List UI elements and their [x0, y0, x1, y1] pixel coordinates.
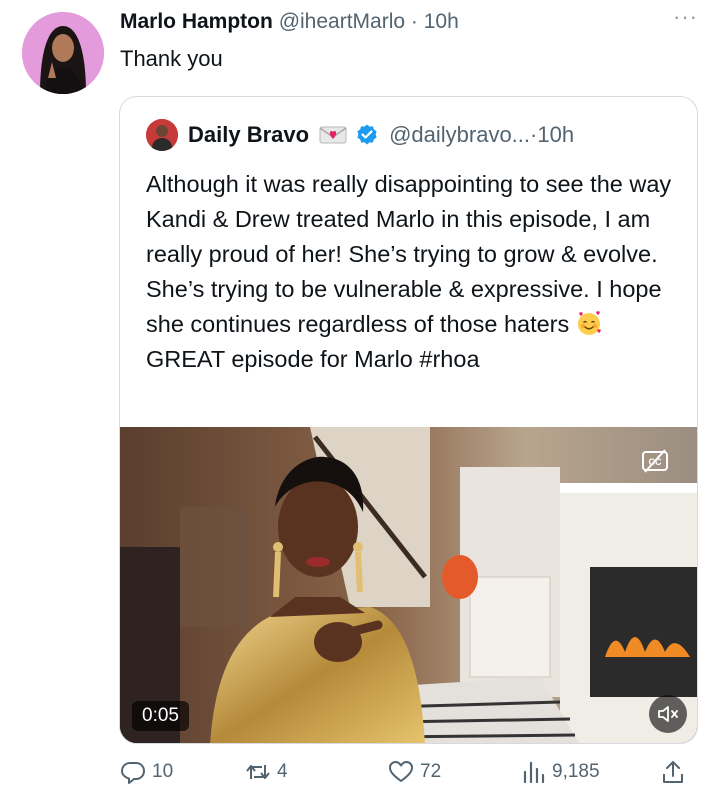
- quoted-tweet-card[interactable]: Daily Bravo @dailybravo... · 10h Althoug…: [119, 96, 698, 744]
- quoted-tweet-text: Although it was really disappointing to …: [146, 167, 686, 377]
- share-icon: [663, 761, 683, 783]
- love-letter-icon: [319, 126, 347, 144]
- video-player[interactable]: CC 0:05: [120, 427, 697, 743]
- tweet-text: Thank you: [120, 46, 223, 71]
- quoted-avatar-image: [146, 119, 178, 151]
- reply-icon: [121, 762, 145, 784]
- separator-dot: ·: [410, 10, 418, 33]
- video-frame: [120, 427, 697, 743]
- quoted-tweet-header: Daily Bravo @dailybravo... · 10h: [146, 119, 574, 151]
- views-chart-icon: [523, 761, 545, 784]
- closed-captions-icon[interactable]: CC: [641, 447, 669, 475]
- quoted-text-tail: GREAT episode for Marlo #rhoa: [146, 346, 480, 372]
- views-count: 9,185: [552, 761, 600, 782]
- quoted-tweet-time[interactable]: 10h: [537, 119, 574, 151]
- tweet-header: Marlo Hampton @iheartMarlo · 10h: [120, 8, 459, 36]
- video-duration: 0:05: [132, 701, 189, 731]
- reply-count: 10: [152, 761, 174, 782]
- reply-button[interactable]: 10: [120, 756, 173, 788]
- quoted-author-name[interactable]: Daily Bravo: [188, 119, 309, 151]
- mute-icon: [658, 706, 678, 722]
- author-name[interactable]: Marlo Hampton: [120, 10, 273, 33]
- like-count: 72: [420, 761, 442, 782]
- tweet-actions: 10 4 72 9,185: [120, 756, 700, 788]
- author-handle[interactable]: @iheartMarlo: [279, 10, 405, 33]
- heart-icon: [389, 761, 413, 782]
- verified-badge-icon: [357, 124, 377, 145]
- quoted-author-handle[interactable]: @dailybravo...: [389, 119, 530, 151]
- retweet-count: 4: [277, 761, 288, 782]
- like-button[interactable]: 72: [388, 756, 441, 788]
- avatar-image: [22, 12, 104, 94]
- share-button[interactable]: [660, 756, 692, 788]
- separator-dot: ·: [530, 122, 538, 147]
- smiling-face-with-hearts-emoji: [577, 311, 601, 335]
- tweet-time[interactable]: 10h: [424, 10, 459, 33]
- mute-button[interactable]: [649, 695, 687, 733]
- retweet-icon: [246, 765, 270, 779]
- retweet-button[interactable]: 4: [245, 756, 288, 788]
- quoted-author-avatar: [146, 119, 178, 151]
- author-avatar[interactable]: [22, 12, 104, 94]
- more-horizontal-icon[interactable]: ···: [673, 4, 698, 30]
- views-button[interactable]: 9,185: [520, 756, 600, 788]
